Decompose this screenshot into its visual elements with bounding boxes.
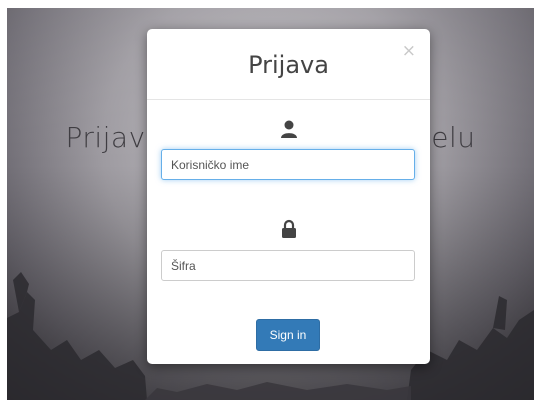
- modal-title: Prijava: [248, 51, 329, 79]
- username-input[interactable]: [161, 149, 415, 180]
- modal-header: Prijava ×: [147, 29, 430, 100]
- close-icon[interactable]: ×: [402, 43, 416, 60]
- password-input[interactable]: [161, 250, 415, 281]
- user-icon: [281, 120, 297, 138]
- sign-in-button[interactable]: Sign in: [256, 319, 320, 351]
- lock-icon: [282, 219, 296, 238]
- login-modal: Prijava × Sign in: [147, 29, 430, 364]
